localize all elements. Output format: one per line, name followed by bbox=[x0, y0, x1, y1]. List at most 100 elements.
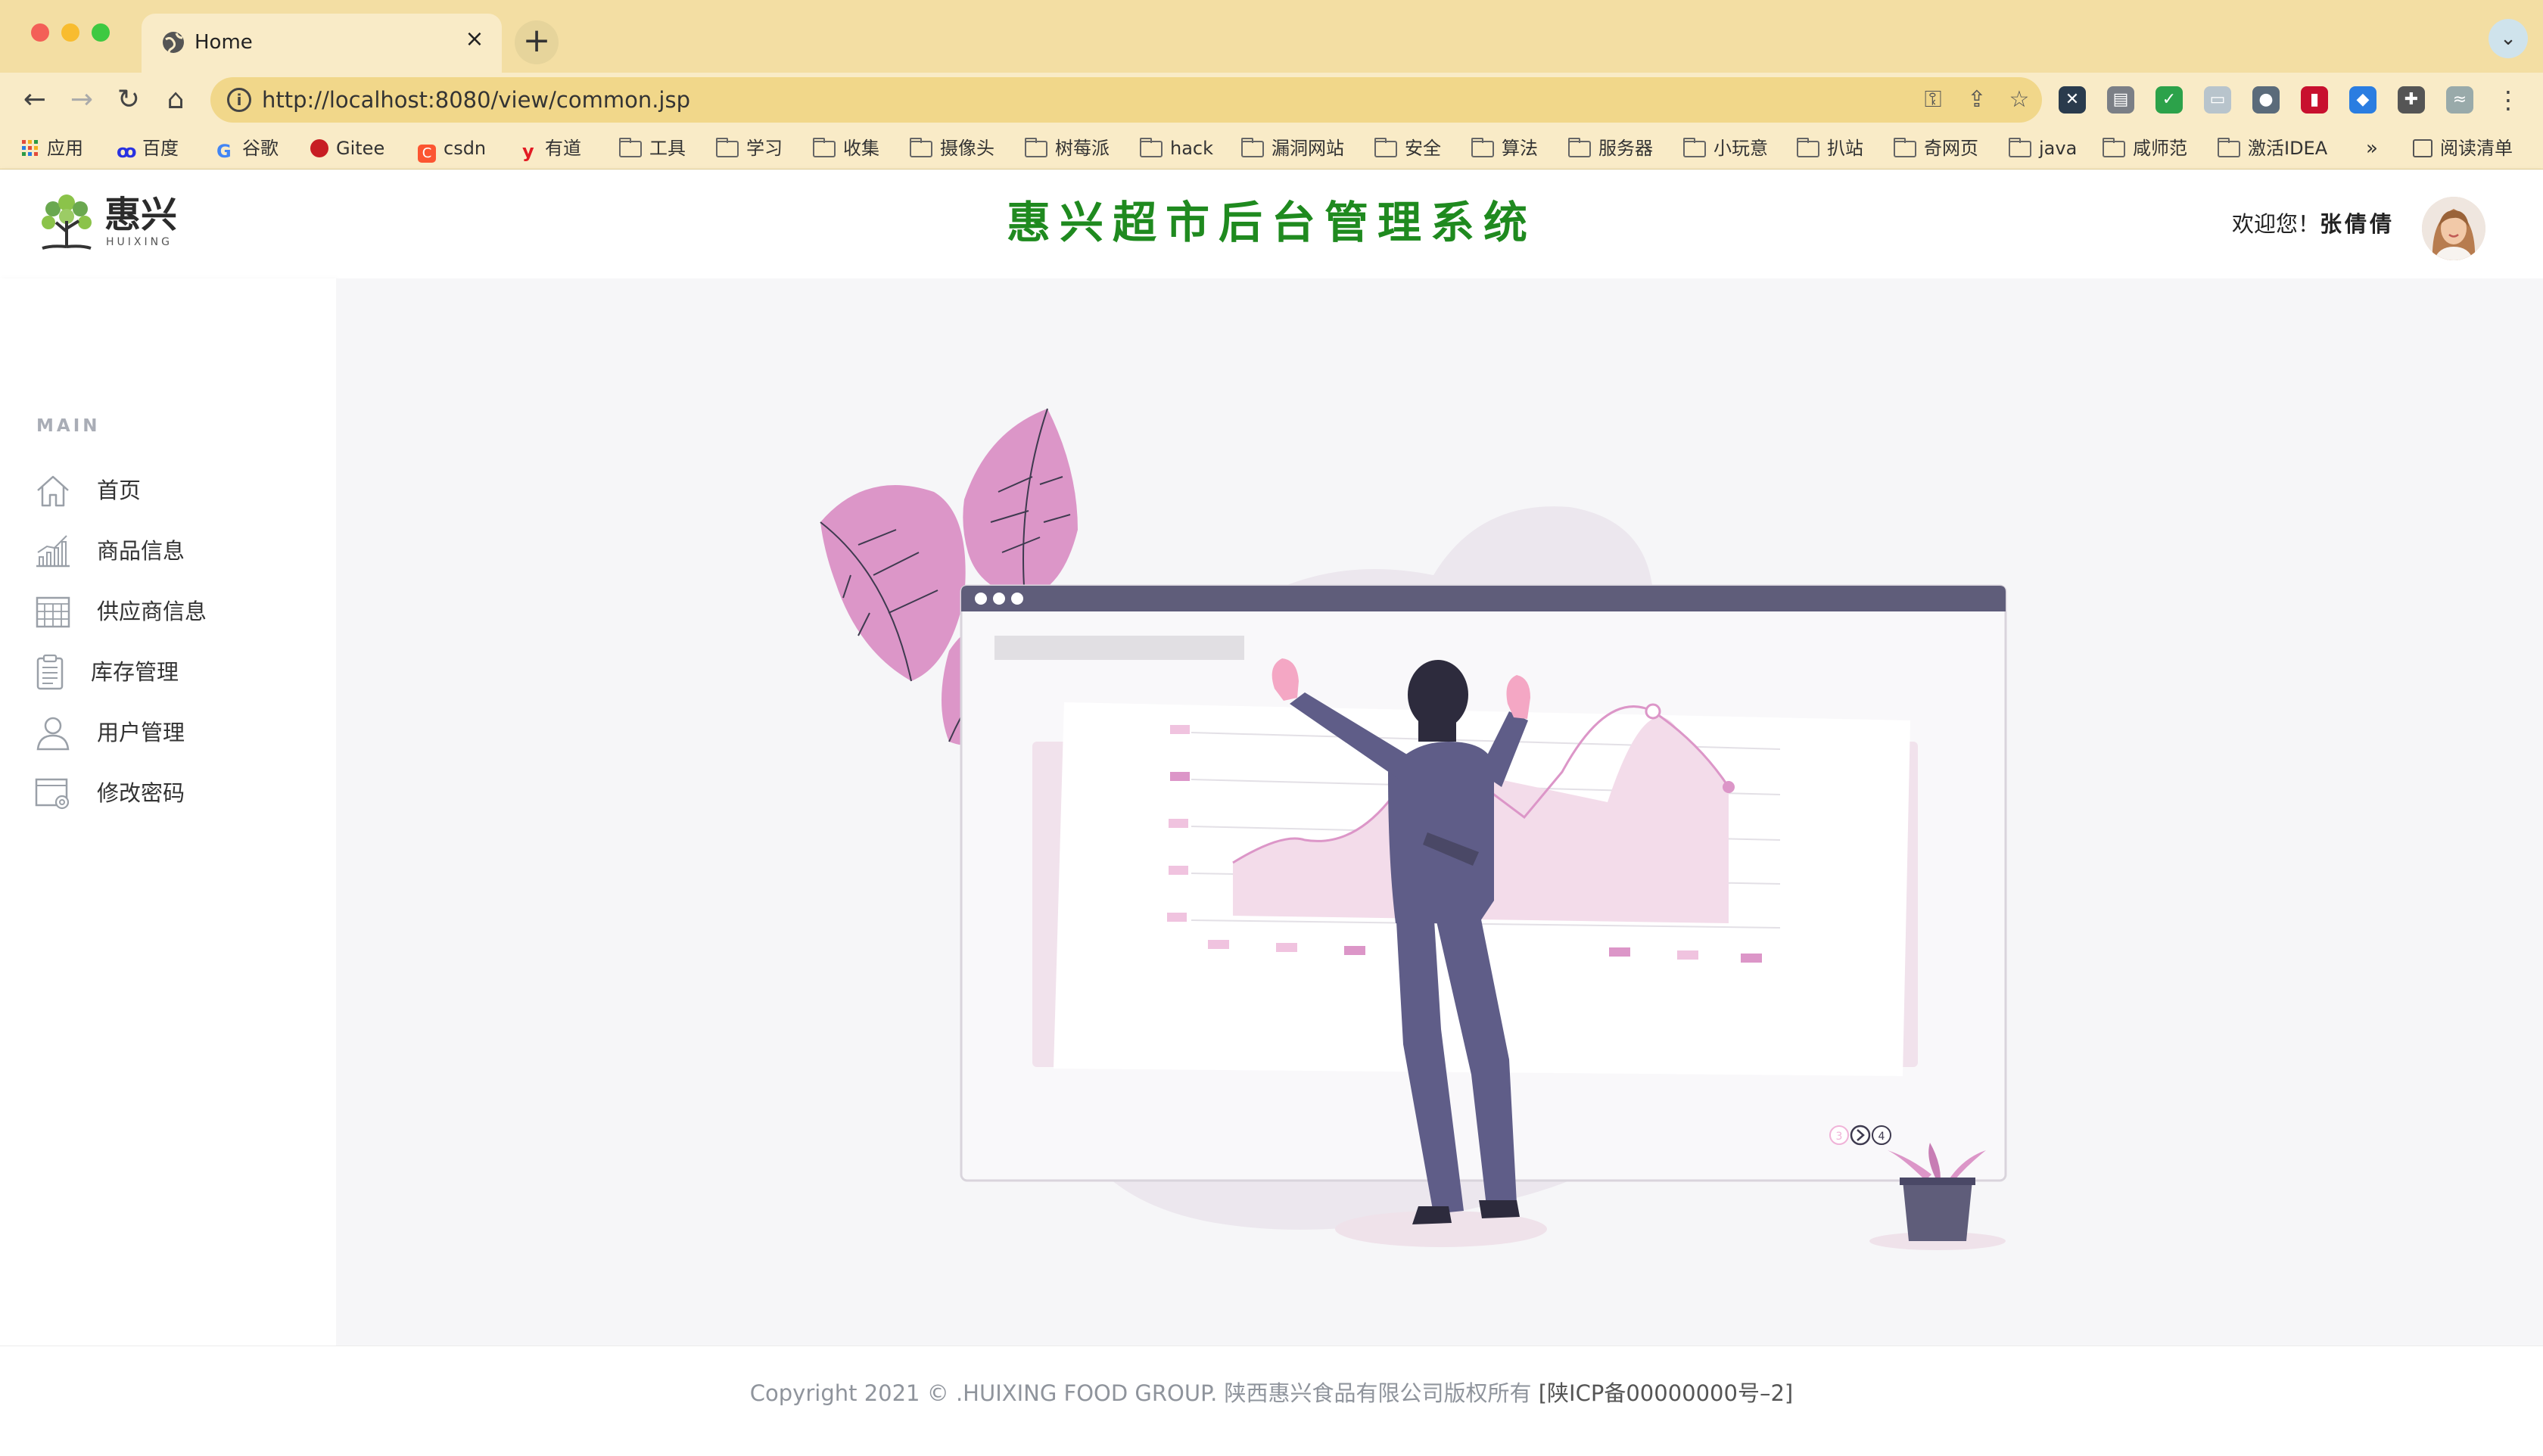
close-tab-icon[interactable]: × bbox=[461, 26, 488, 53]
bookmark-baidu[interactable]: ꝏ 百度 bbox=[117, 133, 179, 163]
bookmark-folder[interactable]: 扒站 bbox=[1797, 133, 1863, 163]
sidebar-item-users[interactable]: 用户管理 bbox=[33, 708, 306, 757]
user-avatar-image bbox=[2422, 197, 2485, 260]
tab-search-button[interactable]: ⌄ bbox=[2489, 19, 2528, 58]
fullscreen-window-button[interactable] bbox=[92, 23, 110, 42]
folder-icon bbox=[1241, 138, 1264, 157]
bookmark-folder[interactable]: java bbox=[2009, 133, 2077, 163]
bookmark-label: 树莓派 bbox=[1055, 138, 1110, 159]
bookmark-folder[interactable]: 收集 bbox=[813, 133, 879, 163]
system-title: 惠兴超市后台管理系统 bbox=[1006, 197, 1536, 248]
profile-icon[interactable]: ≈ bbox=[2446, 86, 2473, 114]
bookmark-label: java bbox=[2039, 138, 2078, 159]
bookmark-folder[interactable]: 服务器 bbox=[1568, 133, 1653, 163]
sidebar-item-label: 商品信息 bbox=[97, 538, 185, 564]
bookmark-label: 摄像头 bbox=[940, 138, 994, 159]
bookmark-apps[interactable]: 应用 bbox=[21, 133, 83, 163]
sidebar-item-label: 用户管理 bbox=[97, 720, 185, 745]
user-name[interactable]: 张倩倩 bbox=[2320, 211, 2395, 237]
folder-icon bbox=[813, 138, 836, 157]
forward-icon[interactable]: → bbox=[62, 80, 101, 120]
footer-text: Copyright 2021 © .HUIXING FOOD GROUP. 陕西… bbox=[0, 1377, 2543, 1410]
home-button-icon[interactable]: ⌂ bbox=[156, 80, 195, 120]
sidebar-item-change-password[interactable]: 修改密码 bbox=[33, 769, 306, 817]
user-icon bbox=[36, 717, 70, 751]
sidebar-item-inventory[interactable]: 库存管理 bbox=[33, 648, 306, 696]
extension-window-icon[interactable]: ▤ bbox=[2107, 86, 2134, 114]
leaf bbox=[820, 485, 966, 681]
extension-shield-icon[interactable]: ✓ bbox=[2155, 86, 2183, 114]
welcome-text: 欢迎您！张倩倩 bbox=[2232, 207, 2395, 241]
extension-bookmark-icon[interactable]: ▮ bbox=[2301, 86, 2328, 114]
bookmark-label: 奇网页 bbox=[1924, 138, 1978, 159]
bookmark-label: 百度 bbox=[142, 138, 179, 159]
folder-icon bbox=[1140, 138, 1163, 157]
reload-icon[interactable]: ↻ bbox=[109, 80, 148, 120]
bookmark-google[interactable]: G 谷歌 bbox=[216, 133, 279, 163]
bookmark-youdao[interactable]: y 有道 bbox=[522, 133, 581, 163]
bookmark-folder[interactable]: 摄像头 bbox=[910, 133, 994, 163]
address-bar[interactable]: i http://localhost:8080/view/common.jsp … bbox=[210, 77, 2042, 123]
bookmark-folder[interactable]: 安全 bbox=[1374, 133, 1441, 163]
home-icon bbox=[37, 475, 69, 507]
extensions-puzzle-icon[interactable]: ✚ bbox=[2398, 86, 2425, 114]
bookmark-star-icon[interactable]: ☆ bbox=[2004, 85, 2034, 115]
new-tab-button[interactable]: + bbox=[515, 20, 559, 64]
bookmark-folder[interactable]: 学习 bbox=[716, 133, 783, 163]
leaf bbox=[963, 409, 1078, 598]
bookmarks-overflow-icon[interactable]: » bbox=[2366, 133, 2378, 163]
bookmark-label: 工具 bbox=[649, 138, 686, 159]
browser-menu-icon[interactable]: ⋮ bbox=[2495, 86, 2522, 114]
bookmark-folder[interactable]: hack bbox=[1140, 133, 1213, 163]
sidebar-item-products[interactable]: 商品信息 bbox=[33, 527, 306, 575]
csdn-icon: C bbox=[418, 145, 436, 163]
sidebar-section-title: MAIN bbox=[36, 416, 101, 436]
sidebar-item-suppliers[interactable]: 供应商信息 bbox=[33, 587, 306, 636]
bookmark-folder[interactable]: 树莓派 bbox=[1025, 133, 1110, 163]
app-header: 惠兴 HUIXING 惠兴超市后台管理系统 欢迎您！张倩倩 bbox=[0, 170, 2543, 278]
sidebar-item-label: 首页 bbox=[97, 478, 142, 503]
extension-x-icon[interactable]: ✕ bbox=[2059, 86, 2086, 114]
folder-icon bbox=[1568, 138, 1591, 157]
bookmark-csdn[interactable]: Ccsdn bbox=[418, 133, 486, 163]
sidebar-item-label: 供应商信息 bbox=[97, 599, 207, 624]
extension-book-icon[interactable]: ▭ bbox=[2204, 86, 2231, 114]
avatar[interactable] bbox=[2422, 197, 2485, 260]
key-icon[interactable]: ⚿ bbox=[1918, 85, 1948, 115]
sidebar: MAIN 首页 商品信息 供应商信息 库存管理 用户管理 修改密码 bbox=[0, 278, 336, 1346]
globe-icon bbox=[163, 32, 184, 54]
reading-list[interactable]: 阅读清单 bbox=[2413, 133, 2513, 163]
google-icon: G bbox=[216, 141, 232, 162]
baidu-paw-icon: ꝏ bbox=[117, 141, 137, 162]
bookmark-folder[interactable]: 漏洞网站 bbox=[1241, 133, 1344, 163]
bookmark-label: 激活IDEA bbox=[2248, 138, 2328, 159]
back-icon[interactable]: ← bbox=[15, 80, 54, 120]
icp-link[interactable]: [陕ICP备00000000号–2] bbox=[1539, 1380, 1793, 1406]
extension-bulb-icon[interactable]: ● bbox=[2252, 86, 2280, 114]
share-icon[interactable]: ⇪ bbox=[1962, 85, 1992, 115]
address-url[interactable]: http://localhost:8080/view/common.jsp bbox=[262, 83, 690, 117]
clipboard-icon bbox=[36, 654, 64, 690]
bookmark-label: 算法 bbox=[1502, 138, 1538, 159]
bookmark-gitee[interactable]: Gitee bbox=[310, 133, 384, 163]
reading-list-label: 阅读清单 bbox=[2440, 138, 2513, 159]
bookmark-folder[interactable]: 工具 bbox=[619, 133, 686, 163]
bookmark-folder[interactable]: 算法 bbox=[1471, 133, 1538, 163]
tab-home[interactable]: Home × bbox=[142, 14, 502, 73]
bookmark-folder[interactable]: 奇网页 bbox=[1894, 133, 1978, 163]
bookmark-label: 收集 bbox=[843, 138, 879, 159]
site-info-icon[interactable]: i bbox=[227, 88, 251, 112]
extension-tag-icon[interactable]: ◆ bbox=[2349, 86, 2376, 114]
close-window-button[interactable] bbox=[31, 23, 49, 42]
tab-title: Home bbox=[195, 31, 253, 54]
pager-page-4: 4 bbox=[1878, 1131, 1885, 1143]
folder-icon bbox=[1471, 138, 1494, 157]
minimize-window-button[interactable] bbox=[61, 23, 79, 42]
sidebar-item-home[interactable]: 首页 bbox=[33, 466, 306, 515]
bookmark-folder[interactable]: 激活IDEA bbox=[2218, 133, 2327, 163]
bookmark-label: 谷歌 bbox=[242, 138, 279, 159]
bookmark-folder[interactable]: 小玩意 bbox=[1683, 133, 1768, 163]
bookmark-folder[interactable]: 咸师范 bbox=[2103, 133, 2187, 163]
copyright-text: Copyright 2021 © .HUIXING FOOD GROUP. 陕西… bbox=[749, 1380, 1532, 1406]
apps-grid-icon bbox=[22, 140, 38, 156]
